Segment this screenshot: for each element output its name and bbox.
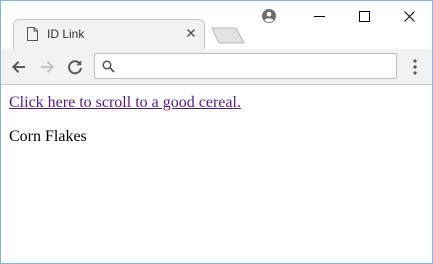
page-icon [27,27,38,41]
profile-icon[interactable] [262,9,276,23]
minimize-icon [313,15,325,17]
close-icon[interactable] [184,26,198,40]
tab-title: ID Link [47,27,85,41]
back-arrow-icon[interactable] [9,57,29,77]
cereal-paragraph: Corn Flakes [9,128,87,145]
scroll-link[interactable]: Click here to scroll to a good cereal. [9,94,241,112]
new-tab-button[interactable] [211,27,245,44]
tab-id-link[interactable]: ID Link [13,19,205,49]
window-close-button[interactable] [386,1,432,31]
reload-icon[interactable] [65,57,85,77]
maximize-button[interactable] [341,1,387,31]
forward-arrow-icon[interactable] [37,57,57,77]
more-vert-icon[interactable] [408,57,422,77]
title-bar: ID Link [1,1,432,49]
minimize-button[interactable] [296,1,342,31]
address-input[interactable] [121,57,391,75]
window-close-icon [403,10,415,22]
page-content: Click here to scroll to a good cereal. C… [1,85,432,263]
browser-toolbar [1,49,432,85]
search-icon [102,60,115,73]
address-bar[interactable] [94,53,397,79]
browser-window: ID Link Click here to scroll to a good c… [0,0,433,264]
maximize-icon [358,10,370,22]
